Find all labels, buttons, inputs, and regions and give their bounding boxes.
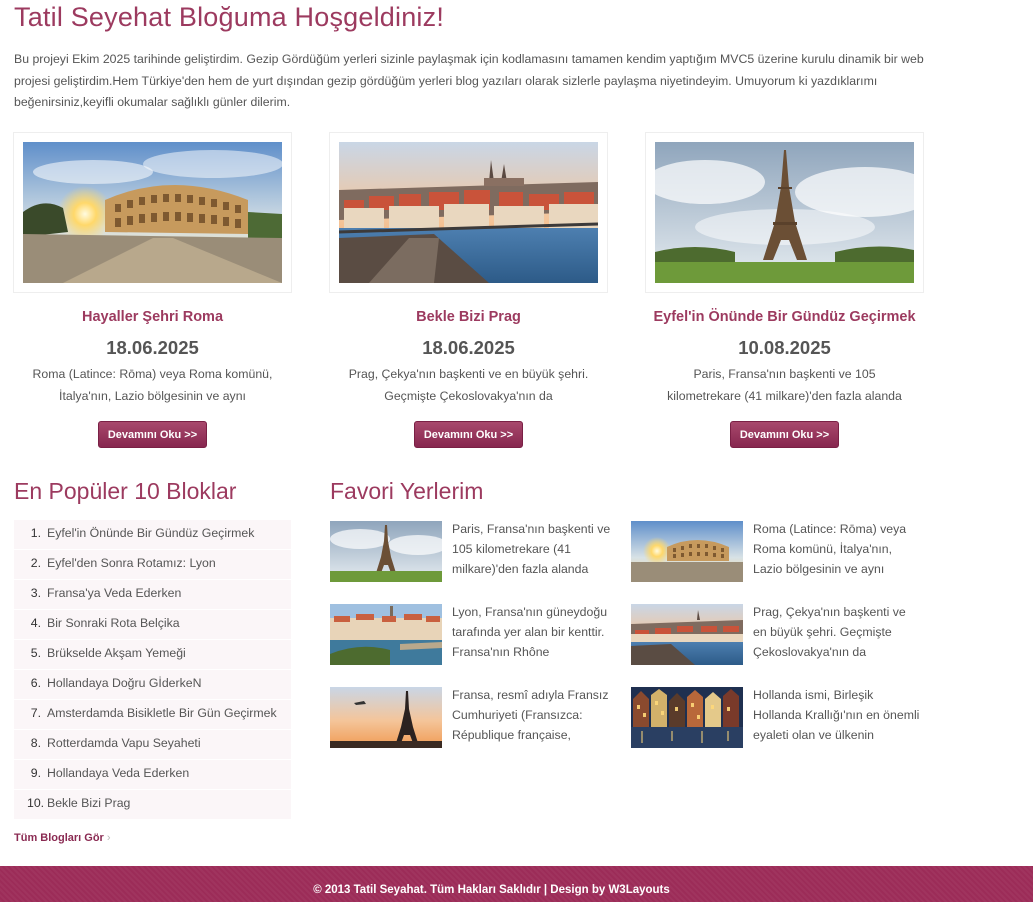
favorite-place-text: Lyon, Fransa'nın güneydoğu tarafında yer… [452,605,608,659]
featured-image-frame [13,132,292,293]
list-item[interactable]: 1. Eyfel'in Önünde Bir Gündüz Geçirmek [14,520,291,550]
eiffel-thumb[interactable] [330,521,442,582]
featured-post-card: Eyfel'in Önünde Bir Gündüz Geçirmek 10.0… [645,132,924,448]
favorite-place-text: Fransa, resmî adıyla Fransız Cumhuriyeti… [452,688,609,742]
colosseum-photo[interactable] [23,142,282,283]
featured-post-card: Hayaller Şehri Roma 18.06.2025 Roma (Lat… [13,132,292,448]
all-blogs-label[interactable]: Tüm Blogları Gör [14,832,104,844]
featured-image-frame [329,132,608,293]
list-item[interactable]: 5. Brükselde Akşam Yemeği [14,640,291,670]
lyon-thumb[interactable] [330,604,442,665]
list-item-label[interactable]: Hollandaya Veda Ederken [47,760,189,789]
list-item-label[interactable]: Fransa'ya Veda Ederken [47,580,181,609]
list-item-label[interactable]: Bir Sonraki Rota Belçika [47,610,180,639]
list-number: 3. [30,586,41,600]
list-item-label[interactable]: Eyfel'den Sonra Rotamız: Lyon [47,550,216,579]
list-number: 9. [30,766,41,780]
eiffel-photo[interactable] [655,142,914,283]
featured-post-date: 10.08.2025 [738,337,831,358]
list-item-label[interactable]: Hollandaya Doğru GİderkeN [47,670,201,699]
popular-posts-list: 1. Eyfel'in Önünde Bir Gündüz Geçirmek 2.… [14,520,291,820]
all-blogs-link[interactable]: Tüm Blogları Gör › [14,832,111,844]
featured-post-title[interactable]: Eyfel'in Önünde Bir Gündüz Geçirmek [645,309,924,325]
list-item[interactable]: 8. Rotterdamda Vapu Seyaheti [14,730,291,760]
list-number: 10. [27,796,45,810]
page-title: Tatil Seyehat Bloğuma Hoşgeldiniz! [14,2,445,32]
list-number: 6. [30,676,41,690]
list-item[interactable]: 6. Hollandaya Doğru GİderkeN [14,670,291,700]
prague-photo[interactable] [339,142,598,283]
list-number: 5. [30,646,41,660]
favorite-place-text: Paris, Fransa'nın başkenti ve 105 kilome… [452,522,611,576]
footer-copyright: © 2013 Tatil Seyahat. Tüm Hakları Saklıd… [313,884,670,896]
read-more-button[interactable]: Devamını Oku >> [414,421,523,448]
list-item[interactable]: 10. Bekle Bizi Prag [14,790,291,820]
featured-post-excerpt: Paris, Fransa'nın başkenti ve 105 kilome… [667,367,902,403]
list-number: 8. [30,736,41,750]
list-item[interactable]: 7. Amsterdamda Bisikletle Bir Gün Geçirme… [14,700,291,730]
list-number: 1. [30,526,41,540]
list-number: 7. [30,706,41,720]
list-item[interactable]: 2. Eyfel'den Sonra Rotamız: Lyon [14,550,291,580]
list-item-label[interactable]: Rotterdamda Vapu Seyaheti [47,730,201,759]
list-item[interactable]: 3. Fransa'ya Veda Ederken [14,580,291,610]
eiffel-sunset-thumb[interactable] [330,687,442,748]
prague-thumb[interactable] [631,604,743,665]
favorite-place-item: Lyon, Fransa'nın güneydoğu tarafında yer… [330,604,620,666]
amsterdam-thumb[interactable] [631,687,743,748]
favorite-place-text: Prag, Çekya'nın başkenti ve en büyük şeh… [753,605,906,659]
list-number: 2. [30,556,41,570]
favorite-place-item: Roma (Latince: Rōma) veya Roma komünü, İ… [631,521,921,583]
list-item-label[interactable]: Amsterdamda Bisikletle Bir Gün Geçirmek [47,700,277,729]
featured-post-date: 18.06.2025 [106,337,199,358]
popular-heading: En Popüler 10 Bloklar [14,478,237,504]
list-item[interactable]: 9. Hollandaya Veda Ederken [14,760,291,790]
read-more-button[interactable]: Devamını Oku >> [730,421,839,448]
colosseum-thumb[interactable] [631,521,743,582]
favorites-heading: Favori Yerlerim [330,478,484,504]
featured-image-frame [645,132,924,293]
featured-post-title[interactable]: Hayaller Şehri Roma [13,309,292,325]
favorite-place-item: Prag, Çekya'nın başkenti ve en büyük şeh… [631,604,921,666]
favorite-place-item: Fransa, resmî adıyla Fransız Cumhuriyeti… [330,687,620,749]
footer: © 2013 Tatil Seyahat. Tüm Hakları Saklıd… [0,866,1033,902]
featured-post-title[interactable]: Bekle Bizi Prag [329,309,608,325]
list-item-label[interactable]: Eyfel'in Önünde Bir Gündüz Geçirmek [47,520,254,549]
list-item-label[interactable]: Brükselde Akşam Yemeği [47,640,186,669]
featured-post-excerpt: Prag, Çekya'nın başkenti ve en büyük şeh… [348,367,589,403]
featured-post-excerpt: Roma (Latince: Rōma) veya Roma komünü, İ… [32,367,273,403]
favorite-place-text: Hollanda ismi, Birleşik Hollanda Krallığ… [753,688,920,742]
read-more-button[interactable]: Devamını Oku >> [98,421,207,448]
favorite-place-item: Hollanda ismi, Birleşik Hollanda Krallığ… [631,687,921,749]
favorite-place-item: Paris, Fransa'nın başkenti ve 105 kilome… [330,521,620,583]
intro-paragraph: Bu projeyi Ekim 2025 tarihinde geliştird… [14,52,924,109]
featured-post-card: Bekle Bizi Prag 18.06.2025 Prag, Çekya'n… [329,132,608,448]
chevron-right-icon: › [106,832,111,844]
favorite-place-text: Roma (Latince: Rōma) veya Roma komünü, İ… [753,522,907,576]
list-item-label[interactable]: Bekle Bizi Prag [47,790,130,819]
list-item[interactable]: 4. Bir Sonraki Rota Belçika [14,610,291,640]
list-number: 4. [30,616,41,630]
featured-post-date: 18.06.2025 [422,337,515,358]
